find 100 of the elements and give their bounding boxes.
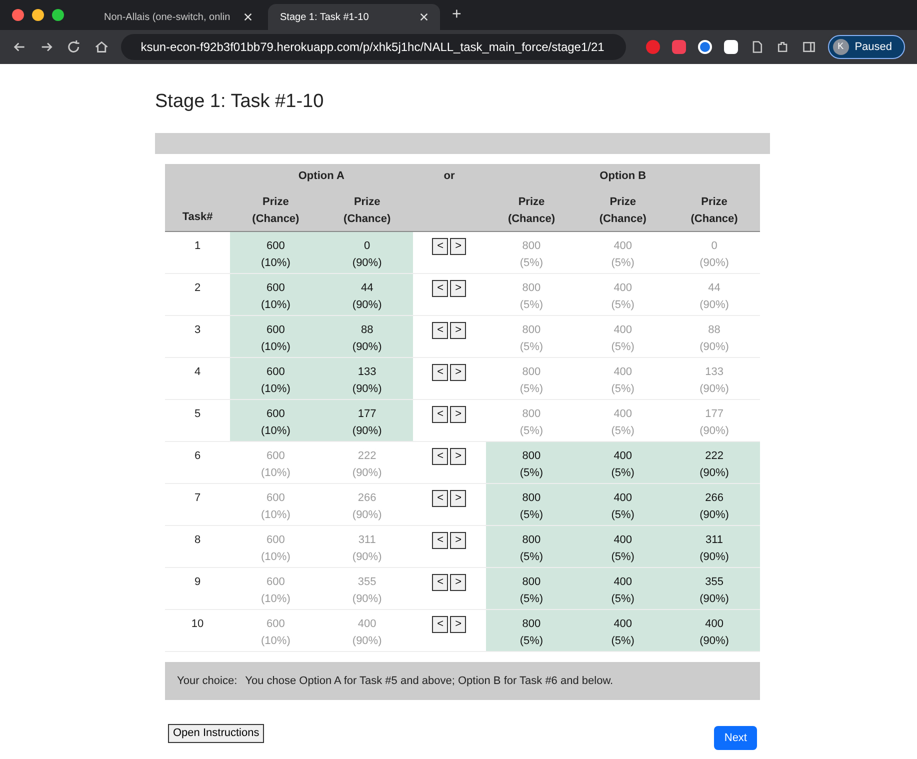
prize-cell: 800 (5%)	[486, 568, 578, 610]
choose-right-button[interactable]: >	[450, 364, 466, 381]
prize-cell: 600 (10%)	[230, 274, 322, 316]
prize-cell: 311 (90%)	[668, 526, 760, 568]
prize-cell: 600 (10%)	[230, 526, 322, 568]
prize-cell: 600 (10%)	[230, 568, 322, 610]
home-icon[interactable]	[94, 39, 109, 55]
prize-cell: 355 (90%)	[321, 568, 413, 610]
choose-left-button[interactable]: <	[432, 280, 448, 297]
prize-cell: 800 (5%)	[486, 316, 578, 358]
column-header: Prize (Chance)	[321, 190, 413, 232]
choice-summary: You chose Option A for Task #5 and above; Option B for Task #6 and below.	[245, 674, 614, 689]
prize-cell: 400 (5%)	[577, 610, 669, 652]
choose-left-button[interactable]: <	[432, 238, 448, 255]
next-button[interactable]: Next	[714, 726, 757, 750]
prize-cell: 355 (90%)	[668, 568, 760, 610]
choose-left-button[interactable]: <	[432, 322, 448, 339]
prize-cell: 88 (90%)	[668, 316, 760, 358]
reload-icon[interactable]	[66, 39, 82, 55]
prize-cell: 800 (5%)	[486, 484, 578, 526]
prize-cell: 400 (5%)	[577, 316, 669, 358]
choose-left-button[interactable]: <	[432, 406, 448, 423]
choose-left-button[interactable]: <	[432, 574, 448, 591]
prize-cell: 400 (5%)	[577, 358, 669, 400]
choose-right-button[interactable]: >	[450, 406, 466, 423]
profile-status: Paused	[854, 40, 892, 55]
prize-cell: 600 (10%)	[230, 610, 322, 652]
task-number: 5	[165, 400, 230, 442]
prize-cell: 266 (90%)	[321, 484, 413, 526]
close-icon[interactable]	[420, 13, 428, 21]
prize-cell: 400 (5%)	[577, 484, 669, 526]
choose-left-button[interactable]: <	[432, 532, 448, 549]
prize-cell: 600 (10%)	[230, 442, 322, 484]
choose-left-button[interactable]: <	[432, 490, 448, 507]
prize-cell: 400 (90%)	[668, 610, 760, 652]
page-title: Stage 1: Task #1-10	[155, 90, 325, 114]
close-icon[interactable]	[244, 13, 252, 21]
choose-left-button[interactable]: <	[432, 364, 448, 381]
choose-left-button[interactable]: <	[432, 448, 448, 465]
prize-cell: 88 (90%)	[321, 316, 413, 358]
column-group-header: or	[412, 164, 486, 190]
prize-cell: 800 (5%)	[486, 358, 578, 400]
choose-right-button[interactable]: >	[450, 322, 466, 339]
choose-right-button[interactable]: >	[450, 448, 466, 465]
prize-cell: 266 (90%)	[668, 484, 760, 526]
prize-cell: 0 (90%)	[668, 232, 760, 274]
choice-label: Your choice:	[177, 674, 238, 689]
browser-tab[interactable]: Stage 1: Task #1-10	[268, 4, 440, 30]
extension-icon[interactable]	[698, 40, 712, 54]
prize-cell: 400 (5%)	[577, 400, 669, 442]
profile-button[interactable]: K Paused	[828, 35, 905, 59]
side-panel-icon[interactable]	[802, 40, 816, 54]
browser-tab[interactable]: Non-Allais (one-switch, onlin	[92, 4, 264, 30]
task-number: 4	[165, 358, 230, 400]
prize-cell: 133 (90%)	[321, 358, 413, 400]
prize-cell: 400 (5%)	[577, 568, 669, 610]
task-number: 2	[165, 274, 230, 316]
choose-right-button[interactable]: >	[450, 616, 466, 633]
prize-cell: 400 (5%)	[577, 442, 669, 484]
column-group-header: Option A	[230, 164, 413, 190]
choose-right-button[interactable]: >	[450, 574, 466, 591]
prize-cell: 222 (90%)	[668, 442, 760, 484]
choose-right-button[interactable]: >	[450, 238, 466, 255]
column-header: Prize (Chance)	[577, 190, 669, 232]
task-number: 9	[165, 568, 230, 610]
task-number: 6	[165, 442, 230, 484]
extension-icon[interactable]	[724, 40, 738, 54]
new-tab-button[interactable]: +	[452, 3, 462, 27]
prize-cell: 400 (5%)	[577, 232, 669, 274]
column-header: Prize (Chance)	[230, 190, 322, 232]
choose-right-button[interactable]: >	[450, 280, 466, 297]
prize-cell: 600 (10%)	[230, 484, 322, 526]
prize-cell: 800 (5%)	[486, 400, 578, 442]
task-number: 1	[165, 232, 230, 274]
choose-right-button[interactable]: >	[450, 532, 466, 549]
choose-right-button[interactable]: >	[450, 490, 466, 507]
prize-cell: 600 (10%)	[230, 358, 322, 400]
prize-cell: 600 (10%)	[230, 316, 322, 358]
task-number: 8	[165, 526, 230, 568]
prize-cell: 0 (90%)	[321, 232, 413, 274]
prize-cell: 600 (10%)	[230, 400, 322, 442]
column-header: Prize (Chance)	[486, 190, 578, 232]
task-number: 3	[165, 316, 230, 358]
prize-cell: 800 (5%)	[486, 610, 578, 652]
address-bar[interactable]: ksun-econ-f92b3f01bb79.herokuapp.com/p/xhk5j1hc/NALL_task_main_force/stage1/21	[120, 34, 626, 60]
prize-cell: 133 (90%)	[668, 358, 760, 400]
prize-cell: 44 (90%)	[668, 274, 760, 316]
open-instructions-button[interactable]: Open Instructions	[168, 724, 264, 743]
task-number: 7	[165, 484, 230, 526]
task-number: 10	[165, 610, 230, 652]
column-header: Task#	[165, 190, 230, 232]
prize-cell: 600 (10%)	[230, 232, 322, 274]
prize-cell: 800 (5%)	[486, 442, 578, 484]
choose-left-button[interactable]: <	[432, 616, 448, 633]
prize-cell: 177 (90%)	[321, 400, 413, 442]
prize-cell: 400 (5%)	[577, 274, 669, 316]
prize-cell: 400 (5%)	[577, 526, 669, 568]
avatar: K	[832, 39, 849, 55]
prize-cell: 177 (90%)	[668, 400, 760, 442]
prize-cell: 800 (5%)	[486, 526, 578, 568]
